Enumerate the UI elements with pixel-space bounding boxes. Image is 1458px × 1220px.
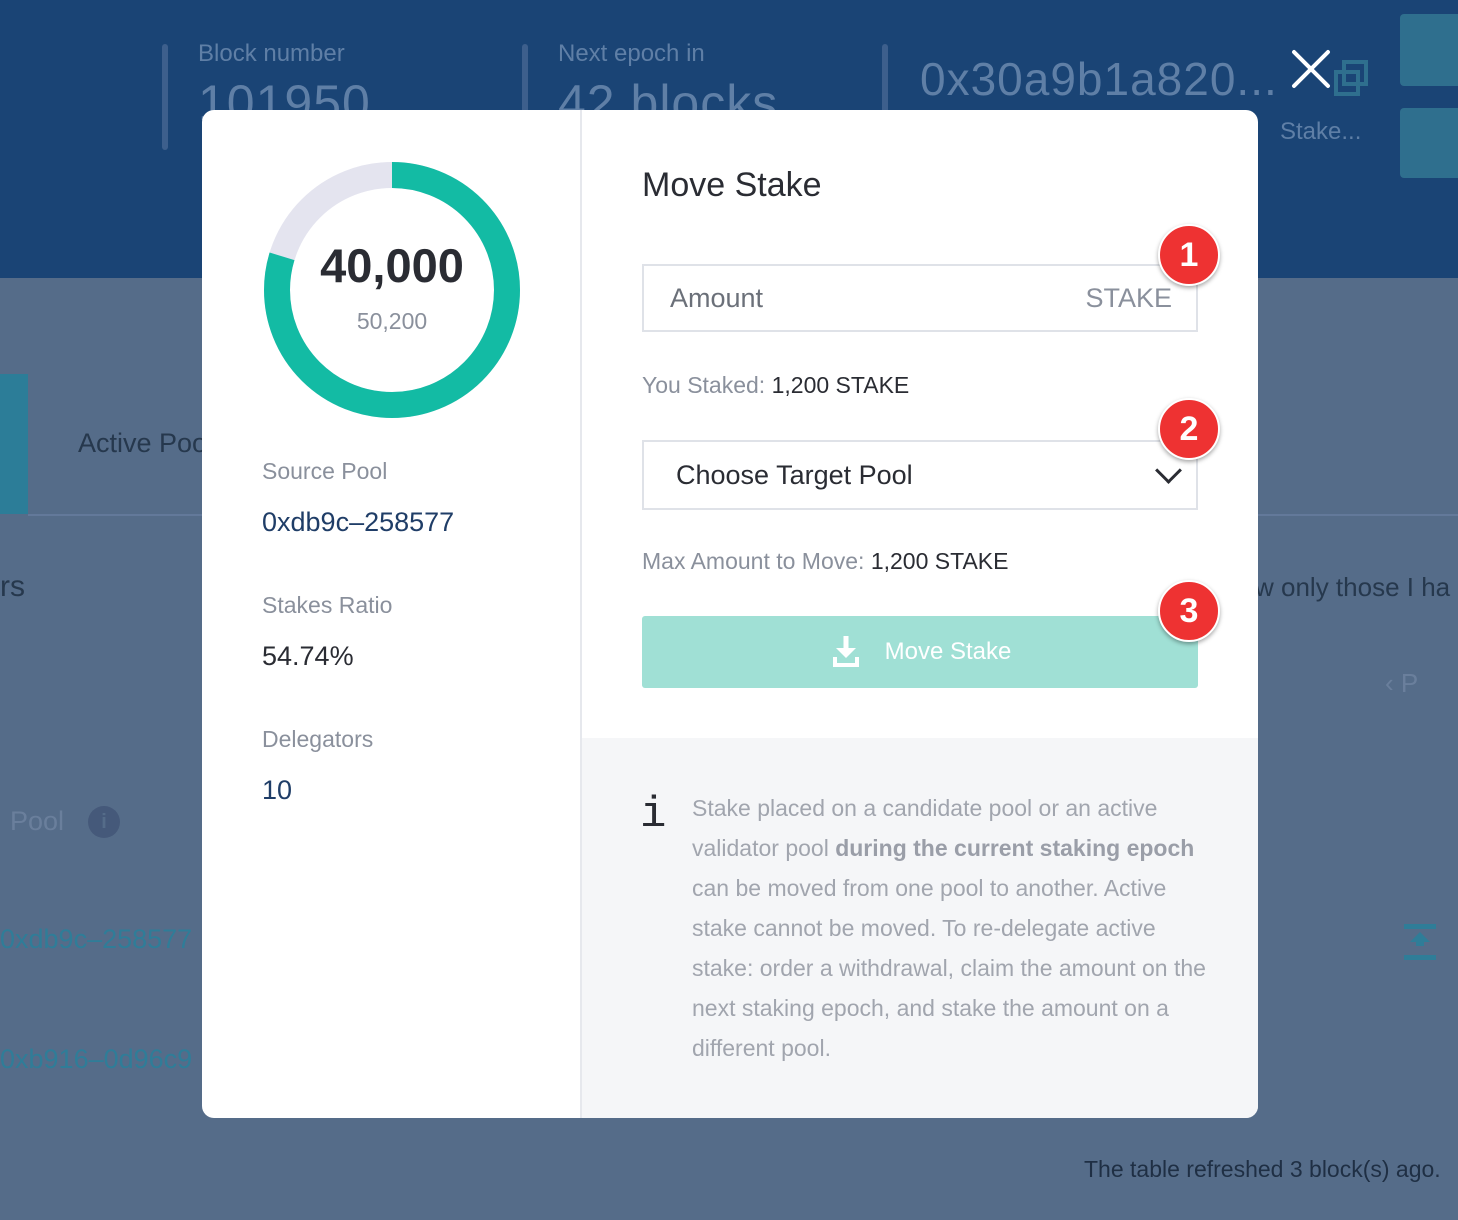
move-stake-form: Move Stake STAKE 1 You Staked: 1,200 STA… bbox=[582, 110, 1258, 1118]
max-move-info: Max Amount to Move: 1,200 STAKE bbox=[642, 548, 1008, 575]
table-refresh-status: The table refreshed 3 block(s) ago. bbox=[1084, 1156, 1441, 1182]
staked-amount: 40,000 bbox=[320, 239, 464, 292]
step-badge-3: 3 bbox=[1158, 580, 1220, 642]
target-pool-select[interactable]: Choose Target Pool bbox=[642, 440, 1198, 510]
download-icon bbox=[832, 636, 859, 667]
column-header-pool: Pool bbox=[10, 806, 65, 836]
section-title: rs bbox=[0, 570, 25, 603]
block-number-label: Block number bbox=[198, 40, 345, 67]
delegators-label: Delegators bbox=[262, 726, 374, 752]
stakes-ratio-block: Stakes Ratio 54.74% bbox=[262, 592, 392, 672]
amount-input[interactable] bbox=[668, 281, 1032, 315]
filter-toggle-label[interactable]: w only those I ha bbox=[1255, 572, 1450, 603]
source-pool-summary: 40,000 50,200 Source Pool 0xdb9c–258577 … bbox=[202, 110, 582, 1118]
stakes-ratio-value: 54.74% bbox=[262, 641, 354, 671]
amount-field[interactable]: STAKE bbox=[642, 264, 1198, 332]
note-text-part2: can be moved from one pool to another. A… bbox=[692, 875, 1206, 1061]
total-amount: 50,200 bbox=[356, 308, 428, 334]
you-staked-value: 1,200 STAKE bbox=[771, 372, 910, 398]
note-text-emphasis: during the current staking epoch bbox=[835, 835, 1195, 861]
move-stake-modal: 40,000 50,200 Source Pool 0xdb9c–258577 … bbox=[202, 110, 1258, 1118]
info-icon[interactable]: i bbox=[88, 806, 120, 838]
amount-unit: STAKE bbox=[1085, 282, 1172, 313]
account-address[interactable]: 0x30a9b1a820... bbox=[920, 52, 1278, 106]
max-move-value: 1,200 STAKE bbox=[870, 548, 1009, 574]
header-action-button[interactable] bbox=[1400, 108, 1458, 178]
you-staked-label: You Staked: bbox=[642, 372, 766, 398]
account-stake-summary: Stake... bbox=[1280, 118, 1362, 145]
modal-title: Move Stake bbox=[642, 166, 822, 204]
step-badge-1: 1 bbox=[1158, 224, 1220, 286]
move-stake-icon[interactable] bbox=[1402, 922, 1438, 962]
stake-donut-chart: 40,000 50,200 bbox=[260, 158, 524, 422]
target-pool-placeholder: Choose Target Pool bbox=[676, 459, 913, 490]
info-note-panel: i Stake placed on a candidate pool or an… bbox=[582, 738, 1258, 1118]
you-staked-info: You Staked: 1,200 STAKE bbox=[642, 372, 909, 399]
active-tab-indicator bbox=[0, 374, 28, 514]
table-row-pool-address[interactable]: 0xb916–0d96c9 bbox=[0, 1044, 192, 1075]
stakes-ratio-label: Stakes Ratio bbox=[262, 592, 393, 618]
source-pool-value: 0xdb9c–258577 bbox=[262, 507, 455, 537]
add-pool-button[interactable] bbox=[1400, 14, 1458, 86]
info-icon: i bbox=[640, 790, 667, 840]
info-note-text: Stake placed on a candidate pool or an a… bbox=[692, 788, 1212, 1068]
max-move-label: Max Amount to Move: bbox=[642, 548, 865, 574]
copy-icon[interactable] bbox=[1334, 60, 1370, 96]
pagination[interactable]: ‹ P bbox=[1385, 668, 1418, 699]
stat-divider bbox=[162, 44, 168, 150]
chevron-down-icon bbox=[1155, 456, 1182, 484]
delegators-block: Delegators 10 bbox=[262, 726, 373, 806]
move-stake-button-label: Move Stake bbox=[884, 638, 1012, 665]
table-row-pool-address[interactable]: 0xdb9c–258577 bbox=[0, 924, 192, 955]
source-pool-block: Source Pool 0xdb9c–258577 bbox=[262, 458, 454, 538]
next-epoch-label: Next epoch in bbox=[558, 40, 705, 67]
move-stake-button[interactable]: Move Stake bbox=[642, 616, 1198, 688]
close-icon[interactable] bbox=[1288, 46, 1334, 92]
source-pool-label: Source Pool bbox=[262, 458, 388, 484]
delegators-value: 10 bbox=[262, 775, 293, 805]
step-badge-2: 2 bbox=[1158, 398, 1220, 460]
